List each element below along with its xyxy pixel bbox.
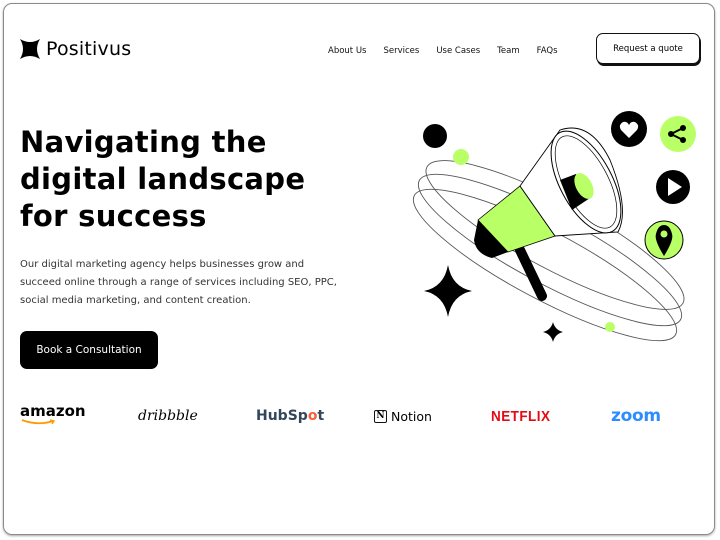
green-dot: [453, 149, 469, 165]
play-icon: [656, 170, 690, 204]
location-pin-icon: [644, 220, 684, 260]
hubspot-text-end: t: [317, 408, 325, 424]
amazon-smile-icon: [21, 419, 56, 425]
brand-amazon: amazon: [20, 404, 86, 428]
sparkle-icon: [424, 265, 472, 317]
hero-description-line: social media marketing, and content crea…: [20, 295, 251, 306]
brand-notion: N Notion: [374, 404, 432, 428]
hubspot-text: HubSp: [256, 408, 308, 424]
brand-zoom: zoom: [611, 406, 661, 426]
megaphone-illustration: [412, 111, 696, 342]
nav-team[interactable]: Team: [497, 46, 519, 56]
brand-netflix: NETFLIX: [491, 407, 551, 425]
nav-use-cases[interactable]: Use Cases: [436, 46, 480, 56]
nav-faqs[interactable]: FAQs: [537, 46, 558, 56]
notion-text: Notion: [391, 408, 432, 424]
book-consultation-button[interactable]: Book a Consultation: [20, 331, 158, 369]
brand-logos: amazon dribbble HubSp o t N Notion NETFLIX…: [0, 404, 720, 428]
main-nav: About Us Services Use Cases Team FAQs: [328, 46, 575, 56]
hero-title-line: digital landscape: [20, 162, 306, 196]
black-dot: [423, 124, 447, 148]
hero-description-line: Our digital marketing agency helps busin…: [20, 259, 305, 270]
hero-description-line: succeed online through a range of servic…: [20, 277, 337, 288]
nav-services[interactable]: Services: [383, 46, 419, 56]
hubspot-sprocket-icon: o: [307, 408, 318, 424]
nav-about-us[interactable]: About Us: [328, 46, 366, 56]
brand-dribbble: dribbble: [138, 408, 198, 424]
hero-title-line: for success: [20, 199, 207, 233]
notion-icon: N: [374, 409, 387, 423]
heart-icon: [611, 111, 647, 147]
amazon-logo-text: amazon: [20, 402, 86, 420]
sparkle-small-icon: [543, 322, 563, 342]
hero-title-line: Navigating the: [20, 125, 267, 159]
megaphone: [474, 127, 623, 301]
logo-text: Positivus: [46, 38, 132, 60]
hero-title: Navigating the digital landscape for suc…: [20, 124, 305, 235]
share-icon: [660, 116, 696, 152]
green-dot-small: [605, 322, 615, 332]
logo[interactable]: Positivus: [20, 38, 131, 60]
logo-star-icon: [20, 39, 40, 59]
hero-description: Our digital marketing agency helps busin…: [20, 256, 360, 310]
brand-hubspot: HubSp o t: [256, 404, 324, 428]
request-quote-button[interactable]: Request a quote: [596, 33, 700, 64]
